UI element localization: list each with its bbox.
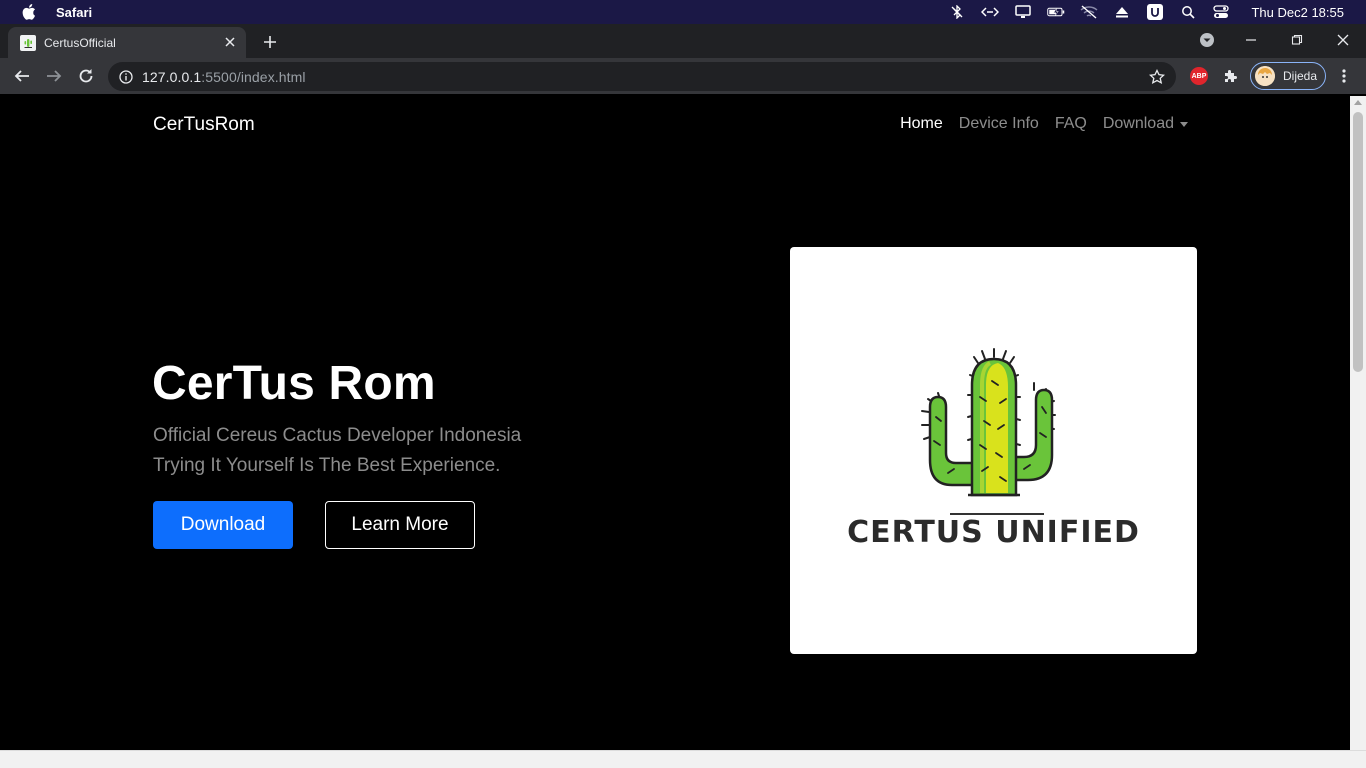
caret-down-icon [1180,121,1188,127]
u-app-icon[interactable] [1146,3,1164,21]
active-app-name[interactable]: Safari [56,5,92,20]
hero-title: CerTus Rom [152,357,436,410]
new-tab-icon[interactable] [260,33,280,51]
browser-toolbar: 127.0.0.1:5500/index.html ABP Dijeda [0,58,1366,95]
site-nav: Home Device Info FAQ Download [884,115,1188,133]
horizontal-scrollbar[interactable] [0,750,1366,768]
profile-button[interactable]: Dijeda [1250,62,1326,90]
bookmark-star-icon[interactable] [1148,68,1166,86]
logo-wordmark: CERTUS UNIFIED [847,515,1140,550]
avatar [1255,66,1275,86]
page-viewport: CerTusRom Home Device Info FAQ Download … [0,96,1350,750]
macos-menu-bar: Safari Thu Dec2 18:55 [0,0,1366,24]
restore-icon[interactable] [1286,29,1308,51]
menubar-status-area: Thu Dec2 18:55 [948,0,1366,24]
reload-icon[interactable] [75,65,97,87]
hero-subtitle-line-2: Trying It Yourself Is The Best Experienc… [153,455,501,476]
back-arrow-icon[interactable] [11,65,33,87]
hero-subtitle: Official Cereus Cactus Developer Indones… [153,421,521,481]
learn-more-button[interactable]: Learn More [325,501,475,549]
tab-title: CertusOfficial [44,35,116,50]
extensions-puzzle-icon[interactable] [1220,65,1242,87]
vertical-scrollbar[interactable] [1350,96,1366,750]
nav-device-info[interactable]: Device Info [959,115,1039,133]
url-text[interactable]: 127.0.0.1:5500/index.html [142,69,306,85]
download-button[interactable]: Download [153,501,293,549]
battery-icon[interactable] [1047,3,1065,21]
address-bar[interactable]: 127.0.0.1:5500/index.html [108,62,1176,91]
scroll-up-arrow-icon[interactable] [1354,100,1362,105]
code-icon[interactable] [981,3,1000,21]
adblock-plus-icon[interactable]: ABP [1190,67,1208,85]
cactus-logo-icon [921,348,1056,497]
profile-name: Dijeda [1283,69,1318,83]
scrollbar-thumb[interactable] [1353,112,1363,372]
eject-icon[interactable] [1113,3,1131,21]
url-path: :5500/index.html [201,68,306,85]
hero-subtitle-line-1: Official Cereus Cactus Developer Indones… [153,425,522,446]
browser-tab[interactable]: CertusOfficial [8,27,246,58]
browser-tab-strip: CertusOfficial [0,24,1366,58]
wifi-off-icon[interactable] [1080,3,1098,21]
control-center-icon[interactable] [1212,3,1230,21]
display-icon[interactable] [1014,3,1032,21]
apple-logo-icon[interactable] [20,3,38,21]
spotlight-icon[interactable] [1179,3,1197,21]
close-tab-icon[interactable] [222,34,238,50]
minimize-icon[interactable] [1240,29,1262,51]
browser-menu-icon[interactable] [1333,65,1355,87]
site-brand[interactable]: CerTusRom [153,114,255,136]
nav-faq[interactable]: FAQ [1055,115,1087,133]
nav-download-label: Download [1102,115,1174,132]
nav-download-dropdown[interactable]: Download [1103,115,1188,133]
certus-logo-card: CERTUS UNIFIED [790,247,1197,654]
close-window-icon[interactable] [1332,29,1354,51]
tab-search-icon[interactable] [1196,29,1218,51]
forward-arrow-icon[interactable] [43,65,65,87]
nav-home[interactable]: Home [900,115,943,133]
site-info-icon[interactable] [118,69,134,85]
cactus-favicon-icon [20,34,36,51]
menubar-clock[interactable]: Thu Dec2 18:55 [1251,5,1344,20]
bluetooth-off-icon[interactable] [948,3,966,21]
url-host: 127.0.0.1 [142,68,202,85]
